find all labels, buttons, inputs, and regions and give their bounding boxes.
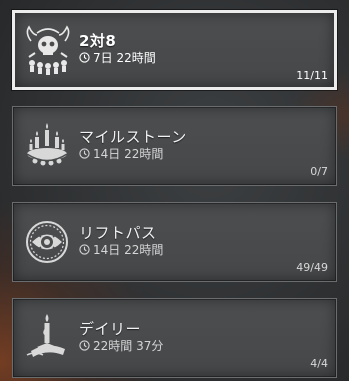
card-progress: 49/49: [296, 261, 328, 274]
card-progress: 4/4: [310, 357, 328, 370]
candles-icon: [23, 119, 73, 173]
timer-text: 7日 22時間: [93, 51, 156, 65]
card-progress: 11/11: [296, 69, 328, 82]
challenge-card-2v8[interactable]: 2対8 7日 22時間 11/11: [12, 10, 337, 90]
clock-icon: [79, 52, 90, 63]
timer-text: 14日 22時間: [93, 243, 164, 257]
clock-icon: [79, 148, 90, 159]
clock-icon: [79, 244, 90, 255]
challenge-card-rift-pass[interactable]: リフトパス 14日 22時間 49/49: [12, 202, 337, 282]
card-title: 2対8: [79, 32, 117, 50]
card-timer: 14日 22時間: [79, 241, 163, 258]
rift-eye-icon: [23, 215, 73, 269]
timer-text: 14日 22時間: [93, 147, 164, 161]
clock-icon: [79, 340, 90, 351]
card-title: デイリー: [79, 320, 142, 338]
challenge-card-milestone[interactable]: マイルストーン 14日 22時間 0/7: [12, 106, 337, 186]
card-timer: 14日 22時間: [79, 145, 163, 162]
card-title: リフトパス: [79, 224, 157, 242]
card-progress: 0/7: [310, 165, 328, 178]
card-title: マイルストーン: [79, 128, 187, 146]
card-timer: 7日 22時間: [79, 49, 156, 66]
card-timer: 22時間 37分: [79, 337, 163, 354]
skull-emblem-icon: [23, 23, 73, 77]
timer-text: 22時間 37分: [93, 339, 164, 353]
challenge-card-daily[interactable]: デイリー 22時間 37分 4/4: [12, 298, 337, 378]
candle-icon: [23, 311, 73, 365]
